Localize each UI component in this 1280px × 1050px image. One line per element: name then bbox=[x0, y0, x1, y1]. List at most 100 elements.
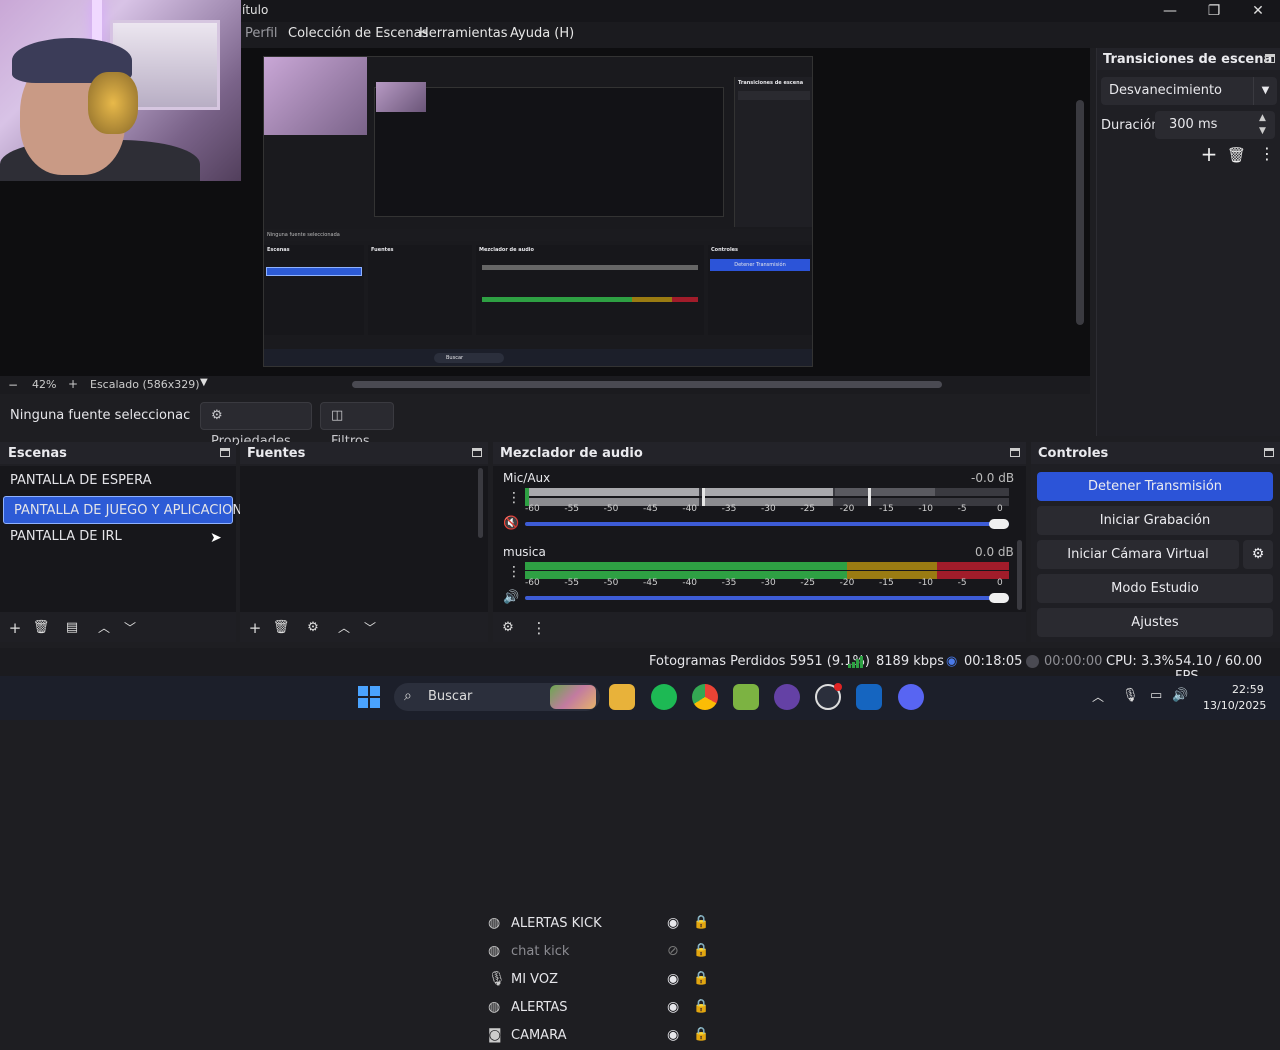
eye-hidden-icon[interactable]: ⊘ bbox=[667, 943, 679, 959]
move-down-icon[interactable]: ﹀ bbox=[120, 618, 140, 638]
scaling-label: Escalado (586x329) bbox=[90, 378, 200, 391]
chrome-icon[interactable] bbox=[692, 684, 718, 710]
duration-input[interactable]: 300 ms ▲ ▼ bbox=[1155, 111, 1275, 139]
settings-button[interactable]: Ajustes bbox=[1037, 608, 1273, 637]
record-time: 00:00:00 bbox=[1044, 654, 1103, 669]
move-up-icon[interactable]: ︿ bbox=[94, 618, 114, 638]
sources-dock: Fuentes ◍ ALERTAS KICK ◉ 🔒 ◍ chat kick ⊘ 🔒 🎙 MI V… bbox=[240, 442, 709, 1043]
volume-slider[interactable] bbox=[525, 596, 1009, 600]
dock-float-icon[interactable] bbox=[220, 448, 230, 457]
close-button[interactable]: ✕ bbox=[1236, 0, 1280, 22]
lock-icon[interactable]: 🔒 bbox=[693, 943, 709, 958]
source-settings-icon[interactable]: ⚙ bbox=[303, 618, 323, 638]
channel-db: -0.0 dB bbox=[971, 471, 1015, 485]
taskbar bbox=[0, 676, 1280, 720]
scaling-dropdown-icon[interactable]: ▼ bbox=[200, 377, 208, 388]
zoom-in-button[interactable]: + bbox=[68, 377, 78, 391]
add-source-icon[interactable]: + bbox=[245, 618, 265, 638]
muted-speaker-icon[interactable]: 🔇 bbox=[503, 516, 519, 531]
zoom-out-button[interactable]: − bbox=[8, 378, 18, 392]
scene-filter-icon[interactable]: ▤ bbox=[62, 618, 82, 638]
preview-vertical-scrollbar[interactable] bbox=[1076, 100, 1084, 325]
volume-icon[interactable]: 🔊 bbox=[1172, 688, 1188, 703]
source-item[interactable]: ◙ CAMARA ◉ 🔒 bbox=[480, 1022, 716, 1050]
source-label: ALERTAS bbox=[511, 1000, 568, 1015]
spotify-icon[interactable] bbox=[651, 684, 677, 710]
start-virtual-camera-button[interactable]: Iniciar Cámara Virtual bbox=[1037, 540, 1239, 569]
eye-icon[interactable]: ◉ bbox=[667, 999, 679, 1015]
trash-icon[interactable]: 🗑 bbox=[1227, 146, 1246, 164]
duration-down-icon[interactable]: ▼ bbox=[1259, 126, 1266, 136]
channel-menu-icon[interactable]: ⋮ bbox=[507, 490, 521, 506]
dock-float-icon[interactable] bbox=[472, 448, 482, 457]
remove-source-icon[interactable]: 🗑 bbox=[271, 618, 291, 638]
volume-slider-knob[interactable] bbox=[989, 519, 1009, 529]
lock-icon[interactable]: 🔒 bbox=[693, 971, 709, 986]
scene-item-selected[interactable]: PANTALLA DE JUEGO Y APLICACIONES bbox=[3, 496, 259, 524]
speaker-icon[interactable]: 🔊 bbox=[503, 590, 519, 605]
sources-scrollbar[interactable] bbox=[478, 468, 483, 538]
move-down-icon[interactable]: ﹀ bbox=[360, 618, 380, 638]
globe-icon: ◍ bbox=[488, 943, 501, 959]
scene-item[interactable]: PANTALLA DE ESPERA bbox=[0, 467, 234, 495]
source-item[interactable]: 🎙 MI VOZ ◉ 🔒 bbox=[480, 966, 716, 994]
eye-icon[interactable]: ◉ bbox=[667, 915, 679, 931]
tray-chevron-icon[interactable]: ︿ bbox=[1092, 688, 1104, 705]
preview-screen[interactable]: Transiciones de escena Ninguna fuente se… bbox=[263, 56, 813, 367]
move-up-icon[interactable]: ︿ bbox=[334, 618, 354, 638]
channel-menu-icon[interactable]: ⋮ bbox=[507, 564, 521, 580]
advanced-audio-icon[interactable]: ⚙ bbox=[498, 618, 518, 638]
start-recording-button[interactable]: Iniciar Grabación bbox=[1037, 506, 1273, 535]
chevron-down-icon[interactable]: ▼ bbox=[1253, 77, 1277, 105]
source-item[interactable]: ◍ ALERTAS KICK ◉ 🔒 bbox=[480, 910, 716, 938]
chat-app-icon[interactable] bbox=[774, 684, 800, 710]
add-scene-icon[interactable]: + bbox=[5, 618, 25, 638]
clock-time[interactable]: 22:59 bbox=[1232, 683, 1264, 696]
mixer-scrollbar[interactable] bbox=[1017, 540, 1022, 610]
minimize-button[interactable]: — bbox=[1148, 0, 1192, 22]
preview-horizontal-scrollbar[interactable] bbox=[352, 381, 942, 388]
stop-streaming-button[interactable]: Detener Transmisión bbox=[1037, 472, 1273, 501]
properties-button[interactable]: ⚙ Propiedades bbox=[200, 402, 312, 449]
nested-meter-2-yellow bbox=[632, 297, 672, 302]
clock-date[interactable]: 13/10/2025 bbox=[1203, 699, 1266, 712]
file-explorer-icon[interactable] bbox=[609, 684, 635, 710]
volume-slider-knob[interactable] bbox=[989, 593, 1009, 603]
menu-ayuda[interactable]: Ayuda (H) bbox=[510, 26, 574, 41]
microphone-icon[interactable]: 🎙 bbox=[1122, 688, 1139, 703]
studio-mode-button[interactable]: Modo Estudio bbox=[1037, 574, 1273, 603]
more-icon[interactable]: ⋮ bbox=[1259, 144, 1275, 163]
lock-icon[interactable]: 🔒 bbox=[693, 999, 709, 1014]
transition-select[interactable]: Desvanecimiento ▼ bbox=[1101, 77, 1277, 105]
nested-scenes-title: Escenas bbox=[267, 247, 290, 253]
remove-scene-icon[interactable]: 🗑 bbox=[31, 618, 51, 638]
nested-meter-2-red bbox=[672, 297, 698, 302]
eye-icon[interactable]: ◉ bbox=[667, 1027, 679, 1043]
duration-label: Duración bbox=[1101, 118, 1160, 133]
menu-perfil[interactable]: Perfil bbox=[245, 26, 278, 41]
network-icon[interactable]: ▭ bbox=[1150, 688, 1162, 703]
mixer-more-icon[interactable]: ⋮ bbox=[529, 618, 549, 638]
source-item[interactable]: ◍ ALERTAS ◉ 🔒 bbox=[480, 994, 716, 1022]
dock-float-icon[interactable] bbox=[1264, 448, 1274, 457]
filters-button[interactable]: ◫ Filtros bbox=[320, 402, 394, 449]
windows-start-icon[interactable] bbox=[358, 686, 380, 708]
lock-icon[interactable]: 🔒 bbox=[693, 915, 709, 930]
menu-herramientas[interactable]: Herramientas bbox=[419, 26, 508, 41]
discord-icon[interactable] bbox=[898, 684, 924, 710]
android-app-icon[interactable] bbox=[733, 684, 759, 710]
app-icon[interactable] bbox=[856, 684, 882, 710]
lock-icon[interactable]: 🔒 bbox=[693, 1027, 709, 1042]
eye-icon[interactable]: ◉ bbox=[667, 971, 679, 987]
source-item[interactable]: ◍ chat kick ⊘ 🔒 bbox=[480, 938, 716, 966]
virtual-camera-settings-icon[interactable]: ⚙ bbox=[1243, 540, 1273, 569]
menu-coleccion-escenas[interactable]: Colección de Escenas bbox=[288, 26, 428, 41]
maximize-button[interactable]: ❐ bbox=[1192, 0, 1236, 22]
add-transition-icon[interactable]: + bbox=[1199, 144, 1219, 166]
volume-slider[interactable] bbox=[525, 522, 1009, 526]
taskbar-search[interactable]: ⌕ Buscar bbox=[394, 683, 600, 711]
duration-up-icon[interactable]: ▲ bbox=[1259, 113, 1266, 123]
scene-item[interactable]: PANTALLA DE IRL bbox=[0, 523, 234, 551]
dock-float-icon[interactable] bbox=[1010, 448, 1020, 457]
dock-float-icon[interactable] bbox=[1265, 54, 1275, 63]
